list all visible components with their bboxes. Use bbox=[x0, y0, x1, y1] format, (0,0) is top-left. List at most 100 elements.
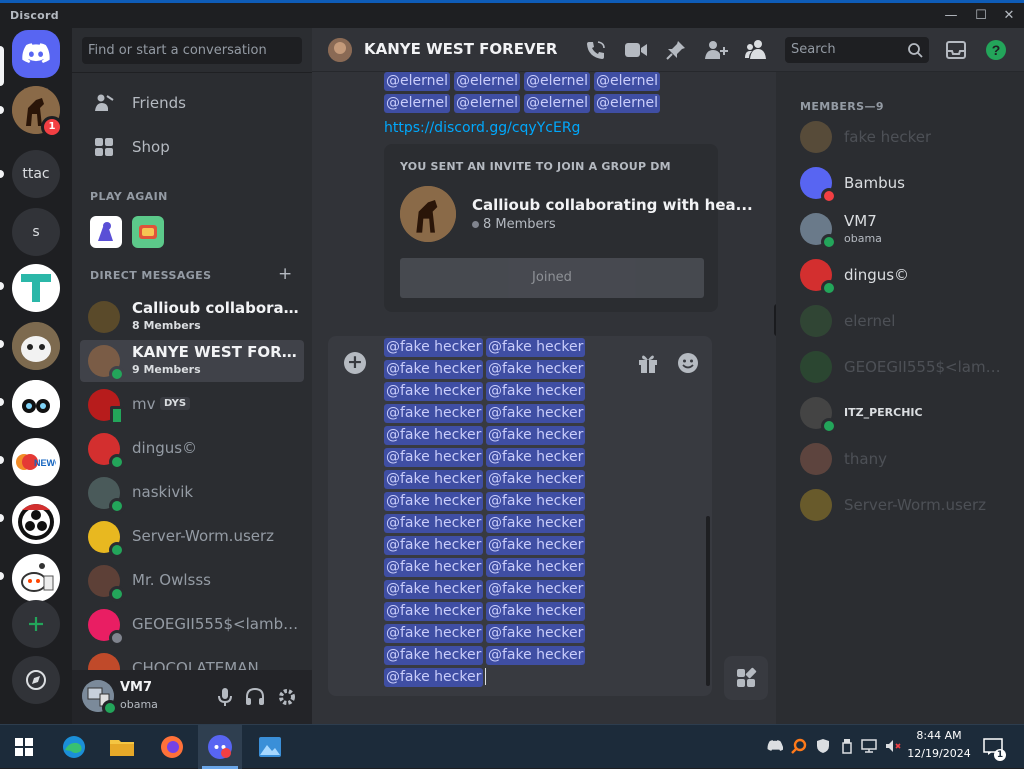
member-item[interactable]: fake hecker bbox=[784, 116, 1016, 158]
user-mention[interactable]: @fake hecker bbox=[486, 514, 586, 533]
create-dm-button[interactable]: + bbox=[278, 264, 292, 284]
server-obs[interactable] bbox=[12, 496, 60, 544]
deafen-button[interactable] bbox=[244, 686, 266, 708]
user-mention[interactable]: @elernel bbox=[524, 94, 591, 113]
user-mention[interactable]: @fake hecker bbox=[384, 382, 484, 401]
user-mention[interactable]: @fake hecker bbox=[384, 624, 484, 643]
message-composer[interactable]: + @fake hecker @fake hecker @fake hecker @f… bbox=[328, 336, 712, 696]
user-mention[interactable]: @fake hecker bbox=[486, 602, 586, 621]
dm-item[interactable]: Callioub collaborating... 8 Members bbox=[80, 296, 304, 338]
member-item[interactable]: GEOEGII555$<lambd... bbox=[784, 346, 1016, 388]
server-t-logo[interactable] bbox=[12, 264, 60, 312]
dm-item[interactable]: Server-Worm.userz bbox=[80, 516, 304, 558]
dm-item[interactable]: KANYE WEST FOREV... 9 Members bbox=[80, 340, 304, 382]
user-mention[interactable]: @fake hecker bbox=[486, 580, 586, 599]
gift-button[interactable] bbox=[636, 352, 660, 374]
user-mention[interactable]: @fake hecker bbox=[486, 404, 586, 423]
dm-item[interactable]: mv DYS bbox=[80, 384, 304, 426]
server-ttac[interactable]: ttac bbox=[12, 150, 60, 198]
dm-item[interactable]: Mr. Owlsss bbox=[80, 560, 304, 602]
user-mention[interactable]: @elernel bbox=[524, 72, 591, 91]
user-mention[interactable]: @fake hecker bbox=[486, 558, 586, 577]
user-mention[interactable]: @fake hecker bbox=[486, 470, 586, 489]
server-newo[interactable]: NEWO bbox=[12, 438, 60, 486]
clock-time[interactable]: 8:44 AM bbox=[906, 729, 972, 742]
search-tray-icon[interactable] bbox=[790, 737, 808, 755]
discord-tray-icon[interactable] bbox=[766, 737, 784, 755]
user-mention[interactable]: @elernel bbox=[454, 94, 521, 113]
member-item[interactable]: thany bbox=[784, 438, 1016, 480]
user-mention[interactable]: @fake hecker bbox=[486, 338, 586, 357]
show-member-list-button[interactable] bbox=[744, 39, 768, 61]
user-mention[interactable]: @elernel bbox=[384, 94, 451, 113]
minimize-button[interactable]: — bbox=[938, 7, 964, 25]
inbox-button[interactable] bbox=[944, 39, 968, 61]
security-tray-icon[interactable] bbox=[814, 737, 832, 755]
user-mention[interactable]: @fake hecker bbox=[486, 426, 586, 445]
discord-taskbar-button[interactable] bbox=[198, 725, 242, 769]
usb-tray-icon[interactable] bbox=[838, 737, 856, 755]
close-button[interactable]: ✕ bbox=[996, 7, 1022, 25]
member-item[interactable]: elernel bbox=[784, 300, 1016, 342]
firefox-taskbar-button[interactable] bbox=[150, 725, 194, 769]
member-item[interactable]: VM7 obama bbox=[784, 208, 1016, 250]
member-item[interactable]: Server-Worm.userz bbox=[784, 484, 1016, 526]
user-mention[interactable]: @fake hecker bbox=[486, 492, 586, 511]
pinned-messages-button[interactable] bbox=[664, 39, 688, 61]
user-mention[interactable]: @fake hecker bbox=[384, 536, 484, 555]
file-explorer-taskbar-button[interactable] bbox=[100, 725, 144, 769]
help-button[interactable]: ? bbox=[984, 39, 1008, 61]
upload-button[interactable]: + bbox=[344, 352, 366, 374]
dm-item[interactable]: naskivik bbox=[80, 472, 304, 514]
server-cat[interactable] bbox=[12, 322, 60, 370]
clock-date[interactable]: 12/19/2024 bbox=[906, 747, 972, 760]
user-mention[interactable]: @fake hecker bbox=[486, 448, 586, 467]
user-mention[interactable]: @elernel bbox=[454, 72, 521, 91]
user-mention[interactable]: @fake hecker bbox=[384, 360, 484, 379]
game-icon[interactable] bbox=[90, 216, 122, 248]
apps-button[interactable] bbox=[724, 656, 768, 700]
shop-nav[interactable]: Shop bbox=[80, 127, 304, 167]
user-mention[interactable]: @fake hecker bbox=[384, 668, 484, 687]
volume-tray-icon[interactable] bbox=[884, 737, 902, 755]
member-item[interactable]: ITZ_PERCHIC bbox=[784, 392, 1016, 434]
member-item[interactable]: dingus© bbox=[784, 254, 1016, 296]
friends-nav[interactable]: Friends bbox=[80, 83, 304, 123]
find-conversation-button[interactable]: Find or start a conversation bbox=[82, 37, 302, 64]
user-mention[interactable]: @elernel bbox=[594, 94, 661, 113]
user-mention[interactable]: @fake hecker bbox=[384, 646, 484, 665]
user-mention[interactable]: @fake hecker bbox=[384, 558, 484, 577]
emoji-button[interactable] bbox=[676, 352, 700, 374]
server-reddit[interactable] bbox=[12, 554, 60, 602]
photos-taskbar-button[interactable] bbox=[248, 725, 292, 769]
network-tray-icon[interactable] bbox=[860, 737, 878, 755]
game-icon[interactable] bbox=[132, 216, 164, 248]
home-button[interactable] bbox=[12, 30, 60, 78]
channel-name[interactable]: KANYE WEST FOREVER bbox=[364, 40, 557, 58]
mute-button[interactable] bbox=[214, 686, 236, 708]
server-panda[interactable] bbox=[12, 380, 60, 428]
edge-taskbar-button[interactable] bbox=[52, 725, 96, 769]
user-mention[interactable]: @fake hecker bbox=[384, 470, 484, 489]
server-s[interactable]: s bbox=[12, 208, 60, 256]
user-mention[interactable]: @fake hecker bbox=[384, 580, 484, 599]
dm-item[interactable]: dingus© bbox=[80, 428, 304, 470]
user-mention[interactable]: @fake hecker bbox=[486, 624, 586, 643]
composer-scrollbar[interactable] bbox=[706, 516, 710, 686]
user-mention[interactable]: @fake hecker bbox=[384, 338, 484, 357]
add-friends-to-dm-button[interactable] bbox=[704, 39, 728, 61]
invite-link[interactable]: https://discord.gg/cqyYcERg bbox=[384, 120, 580, 136]
user-settings-button[interactable] bbox=[276, 686, 298, 708]
maximize-button[interactable]: ☐ bbox=[968, 7, 994, 25]
search-input[interactable]: Search bbox=[785, 37, 929, 63]
user-mention[interactable]: @fake hecker bbox=[384, 426, 484, 445]
user-mention[interactable]: @elernel bbox=[384, 72, 451, 91]
user-mention[interactable]: @fake hecker bbox=[486, 360, 586, 379]
joined-button[interactable]: Joined bbox=[400, 258, 704, 298]
dm-item[interactable]: GEOEGII555$<lambd... bbox=[80, 604, 304, 646]
discover-button[interactable] bbox=[12, 656, 60, 704]
user-mention[interactable]: @fake hecker bbox=[486, 382, 586, 401]
member-item[interactable]: Bambus bbox=[784, 162, 1016, 204]
user-mention[interactable]: @fake hecker bbox=[384, 492, 484, 511]
voice-call-button[interactable] bbox=[584, 39, 608, 61]
